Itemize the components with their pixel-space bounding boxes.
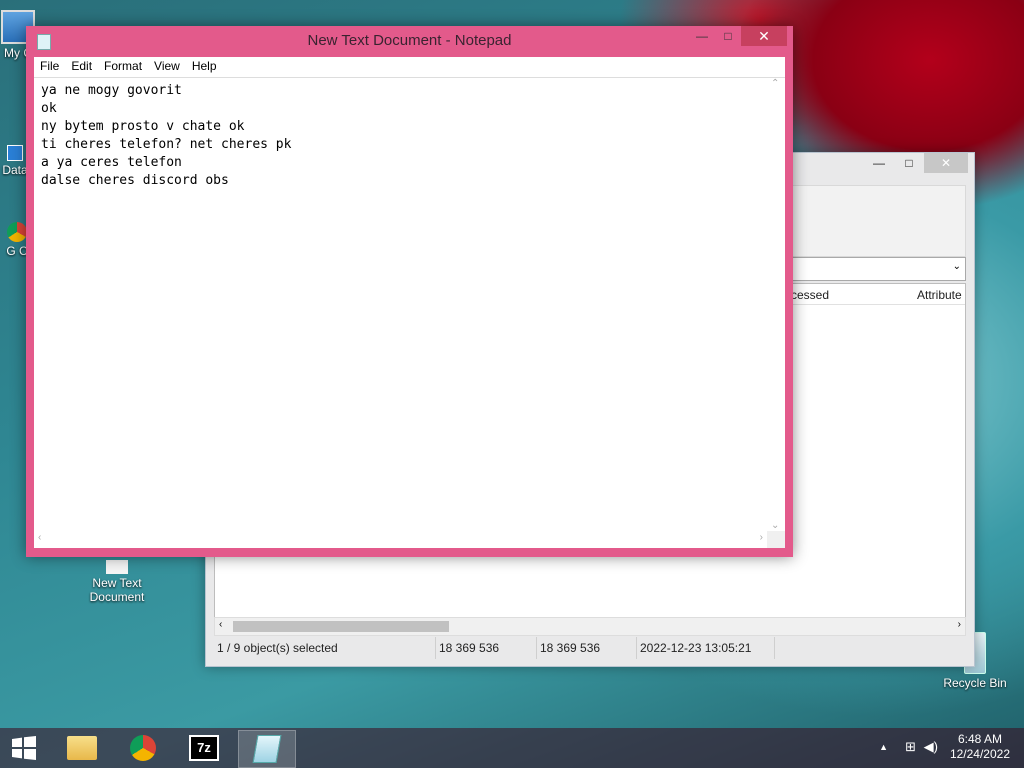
desktop-icon-label: Data [2,163,28,177]
maximize-button[interactable]: □ [715,26,741,46]
menu-view[interactable]: View [148,57,186,77]
scroll-left-icon[interactable]: ‹ [219,619,222,630]
network-icon[interactable]: ⊞ [905,739,916,755]
menu-file[interactable]: File [34,57,65,77]
start-button[interactable] [0,730,48,766]
scroll-right-icon[interactable]: › [760,532,763,543]
text-editor[interactable]: ya ne mogy govorit ok ny bytem prosto v … [34,77,785,548]
desktop-icon-label: G C [6,244,28,258]
desktop-icon-label: New Text Document [89,576,145,604]
file-explorer-icon [67,736,97,760]
scroll-right-icon[interactable]: › [958,619,961,630]
chrome-icon [130,735,156,761]
taskbar-notepad[interactable] [238,730,296,768]
status-size: 18 369 536 [436,637,537,659]
taskbar-chrome[interactable] [115,730,171,766]
show-hidden-icons-icon[interactable]: ▲ [879,742,888,752]
status-bar: 1 / 9 object(s) selected 18 369 536 18 3… [214,637,966,659]
chevron-down-icon[interactable]: ⌄ [953,261,961,272]
window-title: New Text Document - Notepad [307,32,512,49]
clock-time: 6:48 AM [957,732,1002,746]
desktop-icon-chrome[interactable]: G C [6,222,28,258]
taskbar-7zip[interactable]: 7z [176,730,232,766]
start-icon [12,736,36,760]
minimize-button[interactable]: — [864,153,894,173]
menu-format[interactable]: Format [98,57,148,77]
clock[interactable]: 6:48 AM 12/24/2022 [950,732,1010,762]
notepad-window[interactable]: New Text Document - Notepad — □ ✕ File E… [26,26,793,557]
desktop-icon-label: Recycle Bin [943,676,1007,690]
resize-grip[interactable] [767,531,785,548]
close-button[interactable]: ✕ [741,26,787,46]
horizontal-scrollbar[interactable]: ‹ › [214,617,966,636]
editor-content[interactable]: ya ne mogy govorit ok ny bytem prosto v … [41,82,761,528]
shortcut-icon [7,145,23,161]
minimize-button[interactable]: — [689,26,715,46]
7zip-icon: 7z [189,735,219,761]
scroll-down-icon[interactable]: ⌄ [771,520,779,531]
volume-icon[interactable]: ◀) [924,739,938,755]
taskbar-file-explorer[interactable] [54,730,110,766]
menu-edit[interactable]: Edit [65,57,98,77]
column-header-attributes[interactable]: Attribute [917,288,962,302]
horizontal-scrollbar[interactable]: ‹ › [34,531,767,548]
status-packed-size: 18 369 536 [537,637,637,659]
chrome-icon [7,222,27,242]
scroll-left-icon[interactable]: ‹ [38,532,41,543]
status-modified: 2022-12-23 13:05:21 [637,637,775,659]
clock-date: 12/24/2022 [949,747,1010,761]
scroll-up-icon[interactable]: ⌃ [771,78,779,89]
close-button[interactable]: ✕ [924,153,968,173]
status-selection: 1 / 9 object(s) selected [214,637,436,659]
maximize-button[interactable]: □ [894,153,924,173]
taskbar: 7z ▲ ⊞ ◀) 6:48 AM 12/24/2022 [0,728,1024,768]
notepad-icon [252,735,282,763]
text-file-icon [106,560,128,574]
scrollbar-thumb[interactable] [233,621,449,632]
menu-help[interactable]: Help [186,57,223,77]
vertical-scrollbar[interactable]: ⌃ ⌄ [767,78,785,531]
menu-bar: File Edit Format View Help [34,57,785,77]
desktop-icon-new-text-document[interactable]: New Text Document [82,560,152,604]
